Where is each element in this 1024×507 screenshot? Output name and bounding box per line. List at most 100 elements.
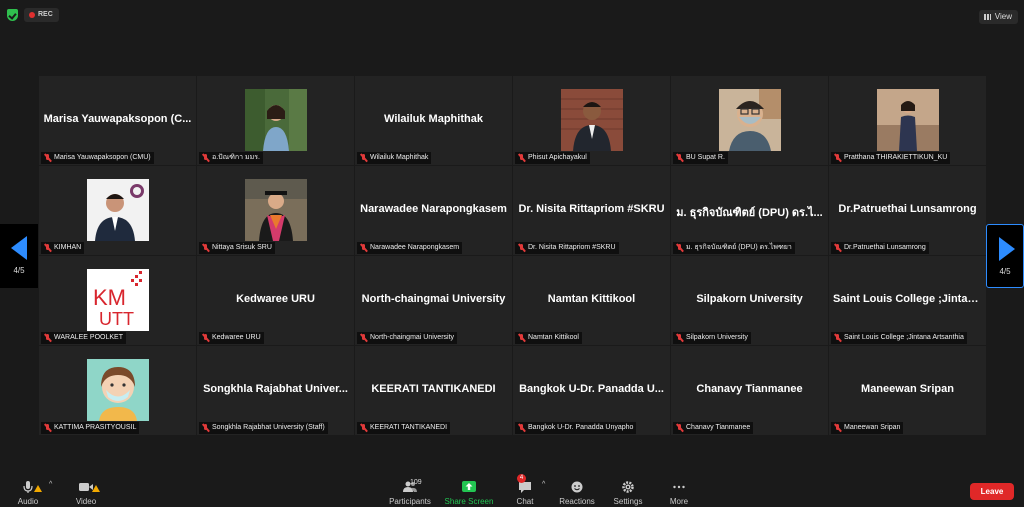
participant-name-label: Saint Louis College ;Jintana Artsanthia <box>831 332 967 344</box>
participant-name-text: Maneewan Sripan <box>844 424 901 431</box>
mic-muted-icon <box>44 154 52 162</box>
mic-muted-icon <box>834 244 842 252</box>
participant-name-text: Nittaya Srisuk SRU <box>212 244 272 251</box>
participant-name-label: North-chaingmai University <box>357 332 458 344</box>
participant-video: KM UTT <box>86 269 149 331</box>
participant-name-label: Dr.Patruethai Lunsamrong <box>831 242 929 254</box>
participant-video <box>86 179 149 241</box>
participant-display-name: Kedwaree URU <box>236 293 315 305</box>
previous-page-button[interactable]: 4/5 <box>0 224 38 288</box>
participant-name-label: Wilailuk Maphithak <box>357 152 432 164</box>
chat-unread-badge: 4 <box>517 474 526 483</box>
participant-tile[interactable]: KIMHAN <box>39 166 196 255</box>
participant-display-name: ม. ธุรกิจบัณฑิตย์ (DPU) ดร.ไ... <box>676 207 823 219</box>
participant-name-label: WARALEE POOLKET <box>41 332 126 344</box>
participant-name-text: WARALEE POOLKET <box>54 334 123 341</box>
meeting-controls-bar: Audio ^ Video 109 Participants Share Scr… <box>0 474 1024 507</box>
mic-muted-icon <box>44 334 52 342</box>
participant-name-text: Silpakorn University <box>686 334 748 341</box>
participant-tile[interactable]: KATTIMA PRASITYOUSIL <box>39 346 196 435</box>
participant-name-label: Narawadee Narapongkasem <box>357 242 463 254</box>
share-screen-button[interactable]: Share Screen <box>443 477 495 507</box>
audio-button[interactable]: Audio <box>10 477 46 507</box>
participant-tile[interactable]: Phisut Apichayakul <box>513 76 670 165</box>
participant-name-text: Chanavy Tianmanee <box>686 424 751 431</box>
chat-label: Chat <box>516 497 534 506</box>
participant-tile[interactable]: อ.ปัณฑิกา มมร. <box>197 76 354 165</box>
participant-display-name: Namtan Kittikool <box>547 293 636 305</box>
reactions-button[interactable]: Reactions <box>558 477 596 507</box>
participant-name-text: Narawadee Narapongkasem <box>370 244 460 251</box>
participant-name-text: BU Supat R. <box>686 154 725 161</box>
participant-tile[interactable]: Saint Louis College ;Jintan... Saint Loui… <box>829 256 986 345</box>
participant-tile[interactable]: Maneewan Sripan Maneewan Sripan <box>829 346 986 435</box>
participant-name-text: Dr. Nisita Rittapriom #SKRU <box>528 244 616 251</box>
participant-name-text: Saint Louis College ;Jintana Artsanthia <box>844 334 964 341</box>
participant-tile[interactable]: Dr. Nisita Rittapriom #SKRU Dr. Nisita Ri… <box>513 166 670 255</box>
participant-tile[interactable]: Nittaya Srisuk SRU <box>197 166 354 255</box>
participants-button[interactable]: 109 Participants <box>386 477 434 507</box>
participant-name-text: Marisa Yauwapaksopon (CMU) <box>54 154 151 161</box>
svg-text:UTT: UTT <box>99 309 134 329</box>
next-page-button[interactable]: 4/5 <box>986 224 1024 288</box>
participant-display-name: Maneewan Sripan <box>861 383 954 395</box>
participant-tile[interactable]: North-chaingmai University North-chaingma… <box>355 256 512 345</box>
gear-icon <box>622 481 634 493</box>
mic-muted-icon <box>360 244 368 252</box>
participant-tile[interactable]: BU Supat R. <box>671 76 828 165</box>
participant-name-label: KIMHAN <box>41 242 85 254</box>
share-screen-label: Share Screen <box>444 497 494 506</box>
participant-display-name: Dr. Nisita Rittapriom #SKRU <box>518 203 665 215</box>
video-button[interactable]: Video <box>68 477 104 507</box>
more-dots-icon <box>673 485 685 489</box>
mic-muted-icon <box>44 424 52 432</box>
participant-name-text: Dr.Patruethai Lunsamrong <box>844 244 926 251</box>
mic-muted-icon <box>834 154 842 162</box>
recording-indicator[interactable]: REC <box>24 8 59 22</box>
more-button[interactable]: More <box>664 477 694 507</box>
participant-tile[interactable]: Narawadee Narapongkasem Narawadee Narapon… <box>355 166 512 255</box>
mic-muted-icon <box>834 334 842 342</box>
settings-button[interactable]: Settings <box>611 477 645 507</box>
participant-name-label: Namtan Kittikool <box>515 332 582 344</box>
participant-tile[interactable]: ม. ธุรกิจบัณฑิตย์ (DPU) ดร.ไ... ม. ธุรกิจ… <box>671 166 828 255</box>
participant-name-text: Bangkok U-Dr. Panadda Unyapho <box>528 424 634 431</box>
video-label: Video <box>75 497 97 506</box>
participant-tile[interactable]: Dr.Patruethai Lunsamrong Dr.Patruethai Lu… <box>829 166 986 255</box>
mic-muted-icon <box>676 154 684 162</box>
leave-button[interactable]: Leave <box>970 483 1014 500</box>
chat-button[interactable]: 4 Chat <box>510 474 540 507</box>
mic-muted-icon <box>676 244 684 252</box>
participant-name-label: BU Supat R. <box>673 152 728 164</box>
more-label: More <box>669 497 689 506</box>
mic-muted-icon <box>676 334 684 342</box>
participant-tile[interactable]: Wilailuk Maphithak Wilailuk Maphithak <box>355 76 512 165</box>
video-warning-icon <box>92 485 100 492</box>
page-indicator-right: 4/5 <box>999 267 1011 276</box>
svg-text:KM: KM <box>93 285 126 310</box>
mic-muted-icon <box>202 154 210 162</box>
participant-display-name: Wilailuk Maphithak <box>384 113 483 125</box>
security-shield-icon[interactable] <box>7 9 18 21</box>
audio-warning-icon <box>34 485 42 492</box>
participant-tile[interactable]: KM UTT WARALEE POOLKET <box>39 256 196 345</box>
audio-options-caret[interactable]: ^ <box>49 481 52 488</box>
participant-tile[interactable]: Silpakorn University Silpakorn University <box>671 256 828 345</box>
participant-name-label: ม. ธุรกิจบัณฑิตย์ (DPU) ดร.ไพฑยา <box>673 242 795 254</box>
participant-tile[interactable]: Chanavy Tianmanee Chanavy Tianmanee <box>671 346 828 435</box>
participant-tile[interactable]: Namtan Kittikool Namtan Kittikool <box>513 256 670 345</box>
participant-tile[interactable]: Pratthana THIRAKIETTIKUN_KU <box>829 76 986 165</box>
participant-name-text: KEERATI TANTIKANEDI <box>370 424 448 431</box>
participant-name-label: Nittaya Srisuk SRU <box>199 242 275 254</box>
participant-tile[interactable]: Marisa Yauwapaksopon (C... Marisa Yauwapa… <box>39 76 196 165</box>
chat-options-caret[interactable]: ^ <box>542 481 545 488</box>
view-button[interactable]: View <box>978 10 1018 24</box>
participant-tile[interactable]: KEERATI TANTIKANEDI KEERATI TANTIKANEDI <box>355 346 512 435</box>
participant-video <box>244 89 307 151</box>
mic-muted-icon <box>518 424 526 432</box>
participant-video <box>718 89 781 151</box>
participant-display-name: Silpakorn University <box>696 293 803 305</box>
participant-tile[interactable]: Bangkok U-Dr. Panadda U... Bangkok U-Dr. … <box>513 346 670 435</box>
participant-tile[interactable]: Kedwaree URU Kedwaree URU <box>197 256 354 345</box>
participant-tile[interactable]: Songkhla Rajabhat Univer... Songkhla Raja… <box>197 346 354 435</box>
